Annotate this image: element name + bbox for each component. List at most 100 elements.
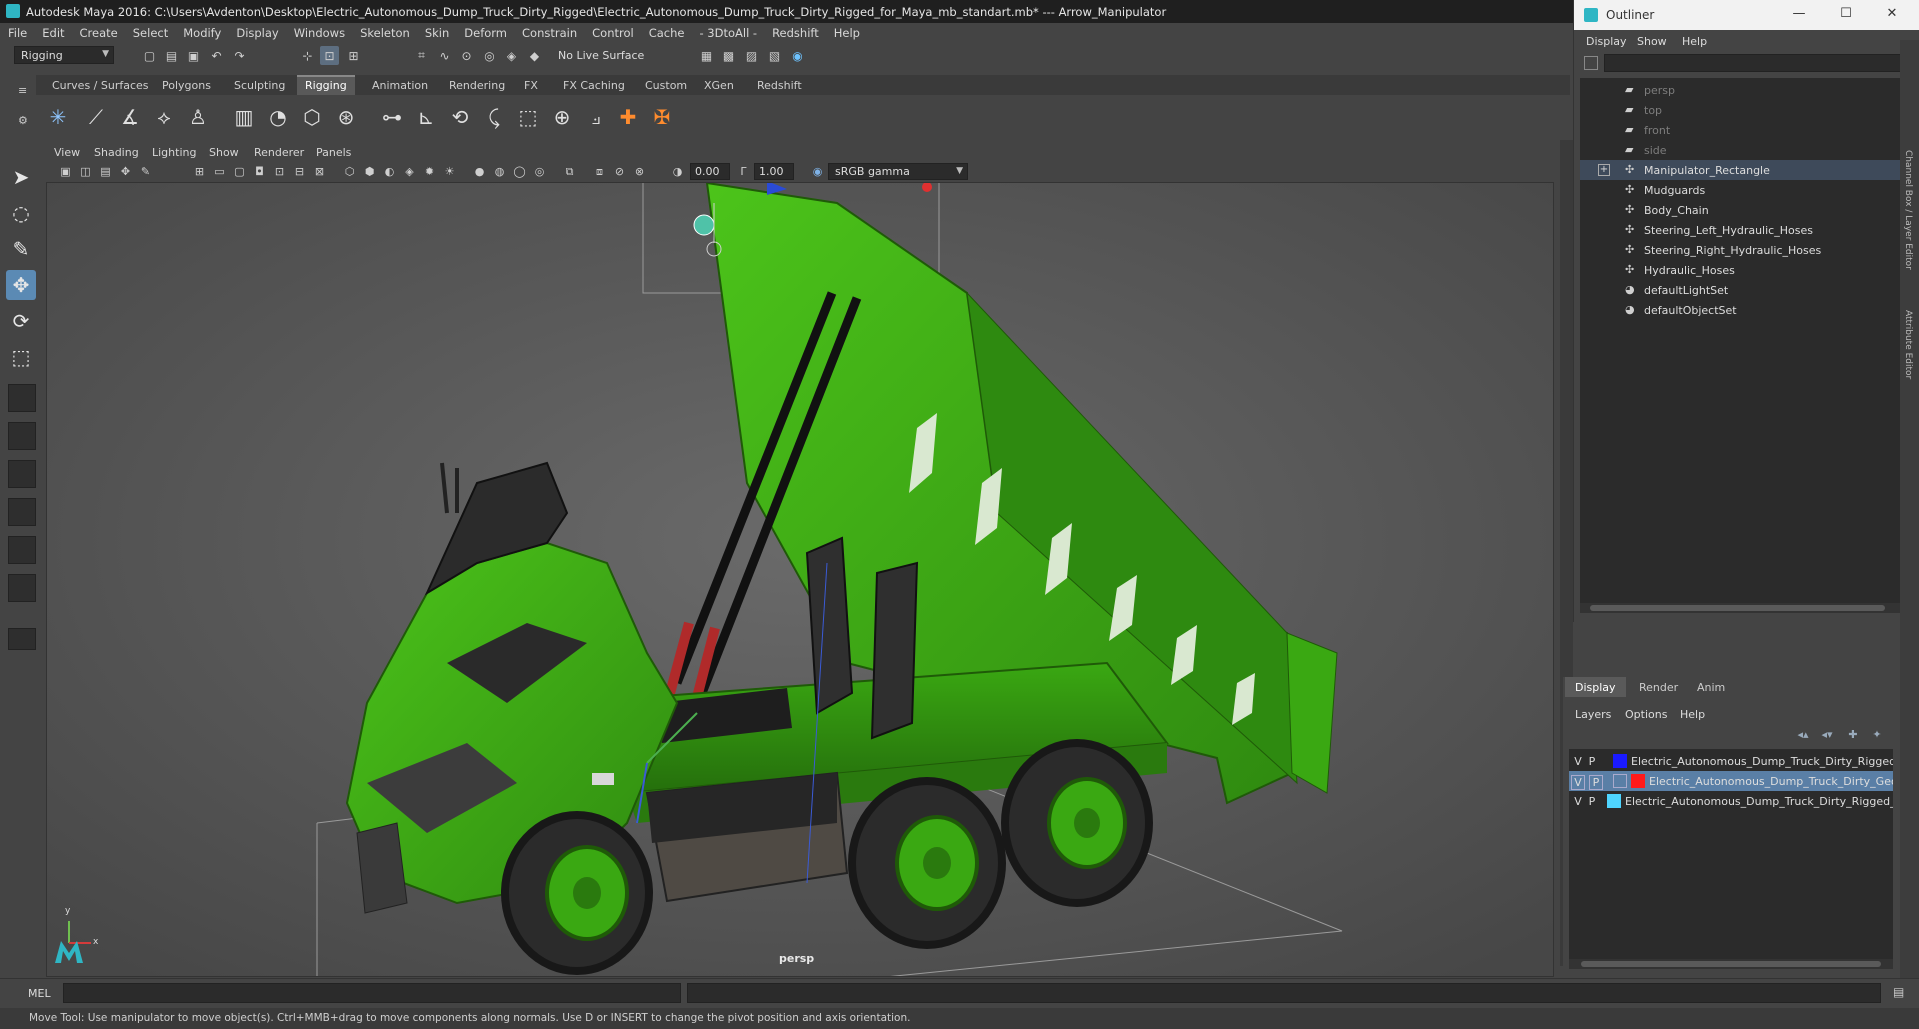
outliner-menu-display[interactable]: Display xyxy=(1586,35,1627,48)
menu-skin[interactable]: Skin xyxy=(425,26,449,40)
humanik-icon[interactable]: ♙ xyxy=(184,103,212,131)
tab-polygons[interactable]: Polygons xyxy=(154,75,219,95)
use-all-lights-icon[interactable]: ✹ xyxy=(422,164,437,179)
layer-menu-options[interactable]: Options xyxy=(1625,708,1667,721)
layer-visibility-toggle[interactable]: V xyxy=(1571,775,1585,790)
grease-pencil-icon[interactable]: ✎ xyxy=(138,164,153,179)
snap-view-icon[interactable]: ◎ xyxy=(480,46,499,65)
hypershade-icon[interactable]: ◉ xyxy=(788,46,807,65)
tab-custom[interactable]: Custom xyxy=(637,75,695,95)
tab-sculpting[interactable]: Sculpting xyxy=(226,75,293,95)
tab-animation[interactable]: Animation xyxy=(364,75,436,95)
cluster-icon[interactable]: ⊛ xyxy=(332,103,360,131)
select-component-icon[interactable]: ⊞ xyxy=(344,46,363,65)
outliner-search-input[interactable] xyxy=(1604,54,1914,72)
vp-menu-show[interactable]: Show xyxy=(209,146,239,159)
minimize-icon[interactable]: — xyxy=(1789,6,1809,24)
outliner-item-manipulator-rectangle[interactable]: + ✣ Manipulator_Rectangle xyxy=(1580,160,1902,180)
tab-curves-surfaces[interactable]: Curves / Surfaces xyxy=(44,75,157,95)
rotate-tool-icon[interactable]: ⟳ xyxy=(6,306,36,336)
joint-tool-icon[interactable]: ✳ xyxy=(44,103,72,131)
exposure-icon[interactable]: ◑ xyxy=(670,164,685,179)
outliner-layout-icon[interactable] xyxy=(8,498,36,526)
outliner-item-default-object-set[interactable]: ◕ defaultObjectSet xyxy=(1580,300,1902,320)
single-view-layout-icon[interactable] xyxy=(8,384,36,412)
layer-visibility-toggle[interactable]: V xyxy=(1571,795,1585,808)
outliner-menu-show[interactable]: Show xyxy=(1637,35,1667,48)
layer-row[interactable]: V P Electric_Autonomous_Dump_Truck_Dirty… xyxy=(1569,771,1893,791)
screen-space-ao-icon[interactable]: ● xyxy=(472,164,487,179)
2d-pan-icon[interactable]: ✥ xyxy=(118,164,133,179)
camera-bookmark-icon[interactable]: ◫ xyxy=(78,164,93,179)
tab-render-layers[interactable]: Render xyxy=(1629,677,1688,697)
paint-select-icon[interactable]: ✎ xyxy=(6,234,36,264)
vp-menu-lighting[interactable]: Lighting xyxy=(152,146,196,159)
snap-curve-icon[interactable]: ∿ xyxy=(435,46,454,65)
anti-aliasing-icon[interactable]: ◯ xyxy=(512,164,527,179)
ik-handle-icon[interactable]: ∡ xyxy=(116,103,144,131)
layer-hscrollbar[interactable] xyxy=(1569,959,1893,969)
viewport-persp[interactable]: y x xyxy=(46,182,1554,977)
layout-options-icon[interactable] xyxy=(8,628,36,650)
menu-edit[interactable]: Edit xyxy=(42,26,64,40)
scroll-thumb[interactable] xyxy=(1581,961,1881,967)
color-space-dropdown[interactable]: sRGB gamma ▼ xyxy=(828,163,968,180)
menu-skeleton[interactable]: Skeleton xyxy=(360,26,410,40)
xray-joints-icon[interactable]: ⊘ xyxy=(612,164,627,179)
vp-menu-shading[interactable]: Shading xyxy=(94,146,139,159)
layer-menu-help[interactable]: Help xyxy=(1680,708,1705,721)
insert-joint-icon[interactable]: ⟋ xyxy=(82,103,110,131)
new-layer-icon[interactable]: ✚ xyxy=(1843,728,1863,744)
select-tool-icon[interactable]: ➤ xyxy=(6,162,36,192)
camera-attr-icon[interactable]: ▣ xyxy=(58,164,73,179)
depth-of-field-icon[interactable]: ◎ xyxy=(532,164,547,179)
render-view-icon[interactable]: ▧ xyxy=(765,46,784,65)
snap-surface-icon[interactable]: ◈ xyxy=(502,46,521,65)
graph-layout-icon[interactable] xyxy=(8,536,36,564)
scroll-thumb[interactable] xyxy=(1590,605,1885,611)
snap-point-icon[interactable]: ⊙ xyxy=(457,46,476,65)
ipr-render-icon[interactable]: ▨ xyxy=(742,46,761,65)
outliner-item-front[interactable]: ▰ front xyxy=(1580,120,1902,140)
tab-anim-layers[interactable]: Anim xyxy=(1687,677,1735,697)
new-layer-selected-icon[interactable]: ✦ xyxy=(1867,728,1887,744)
outliner-item-side[interactable]: ▰ side xyxy=(1580,140,1902,160)
layer-color-swatch[interactable] xyxy=(1631,774,1645,788)
tab-fx-caching[interactable]: FX Caching xyxy=(555,75,633,95)
menu-display[interactable]: Display xyxy=(236,26,278,40)
menu-control[interactable]: Control xyxy=(592,26,634,40)
gate-mask-icon[interactable]: ◘ xyxy=(252,164,267,179)
shadows-icon[interactable]: ☀ xyxy=(442,164,457,179)
hypershade-layout-icon[interactable] xyxy=(8,574,36,602)
smooth-shade-icon[interactable]: ⬢ xyxy=(362,164,377,179)
layer-color-swatch[interactable] xyxy=(1613,754,1627,768)
lattice-icon[interactable]: ⬡ xyxy=(298,103,326,131)
bind-skin-icon[interactable]: ▥ xyxy=(230,103,258,131)
wireframe-icon[interactable]: ⬡ xyxy=(342,164,357,179)
layer-playback-toggle[interactable]: P xyxy=(1585,795,1599,808)
paint-weights-icon[interactable]: ◔ xyxy=(264,103,292,131)
live-surface-field[interactable]: No Live Surface xyxy=(551,46,645,64)
outliner-item-steering-left[interactable]: ✣ Steering_Left_Hydraulic_Hoses xyxy=(1580,220,1902,240)
layer-color-swatch[interactable] xyxy=(1607,794,1621,808)
select-hierarchy-icon[interactable]: ⊹ xyxy=(298,46,317,65)
layer-playback-toggle[interactable]: P xyxy=(1589,775,1603,790)
new-scene-icon[interactable]: ▢ xyxy=(140,46,159,65)
menu-redshift[interactable]: Redshift xyxy=(772,26,819,40)
safe-action-icon[interactable]: ⊟ xyxy=(292,164,307,179)
scale-constraint-icon[interactable]: ⬚ xyxy=(514,103,542,131)
menu-select[interactable]: Select xyxy=(133,26,168,40)
gamma-field[interactable]: 1.00 xyxy=(754,163,794,180)
backface-icon[interactable]: ⊗ xyxy=(632,164,647,179)
layer-row[interactable]: V P Electric_Autonomous_Dump_Truck_Dirty… xyxy=(1569,751,1893,771)
move-tool-icon[interactable]: ✥ xyxy=(6,270,36,300)
snap-grid-icon[interactable]: ⌗ xyxy=(412,46,431,65)
menu-modify[interactable]: Modify xyxy=(183,26,221,40)
layer-menu-layers[interactable]: Layers xyxy=(1575,708,1611,721)
open-scene-icon[interactable]: ▤ xyxy=(162,46,181,65)
lasso-tool-icon[interactable]: ◌ xyxy=(6,198,36,228)
textured-icon[interactable]: ◈ xyxy=(402,164,417,179)
orient-constraint-icon[interactable]: ⟲ xyxy=(446,103,474,131)
film-gate-icon[interactable]: ▭ xyxy=(212,164,227,179)
layer-playback-toggle[interactable]: P xyxy=(1585,755,1599,768)
